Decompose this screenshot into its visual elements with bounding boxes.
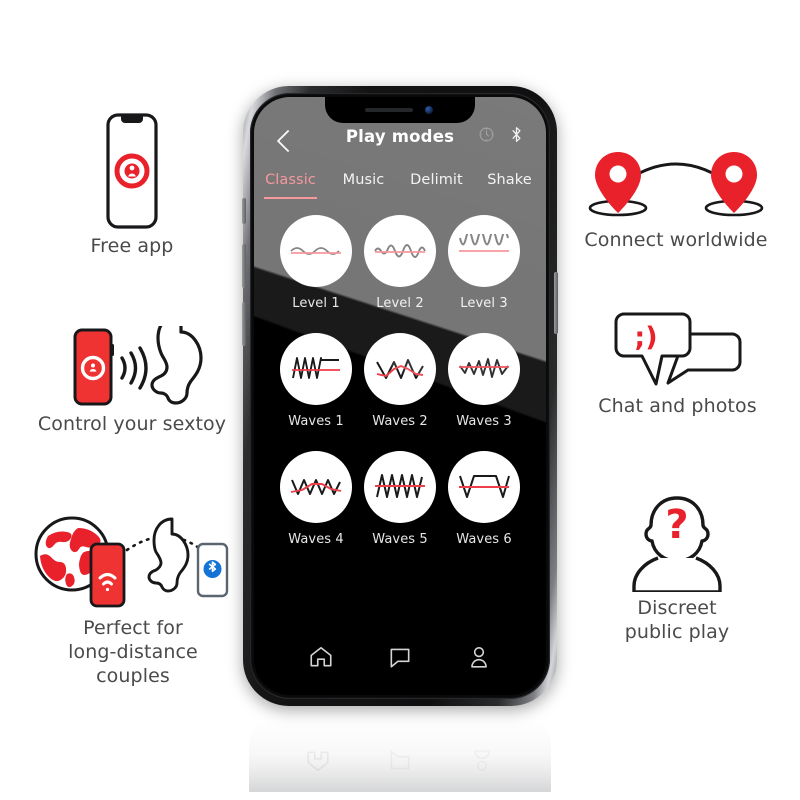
timer-dial-icon[interactable] [478,126,495,148]
tab-label: Shake [487,172,532,188]
front-camera [425,106,433,114]
feature-caption: Chat and photos [598,395,757,417]
wave-sine-high-icon [448,215,520,287]
mode-grid: Level 1 Level 2 Level 3 Waves 1 Waves 2 … [254,215,546,547]
wave-sine-mid-icon [364,215,436,287]
wave-sine-low-icon [280,215,352,287]
wave-square-icon [448,451,520,523]
mute-switch[interactable] [242,198,246,224]
wave-peak-icon [364,333,436,405]
mode-cell[interactable]: Level 2 [358,215,442,311]
phone-notch [325,97,475,123]
anonymous-person-icon: ? [592,492,762,597]
app-header: Play modes [254,127,546,167]
feature-free-app: Free app [32,112,232,259]
tab-label: Delimit [410,172,463,188]
phone-mockup: Play modes Classic Music Delimit Shake L… [242,86,558,706]
chat-bubble-icon[interactable] [387,644,413,675]
phone-with-app-icon [32,112,232,235]
earpiece-speaker [365,108,413,112]
power-button[interactable] [554,272,558,334]
feature-caption: Perfect for long-distance couples [68,617,198,687]
mode-label: Waves 5 [372,532,428,547]
speech-bubbles-wink-icon: ;) [580,310,775,395]
mode-label: Level 2 [376,296,424,311]
bluetooth-icon[interactable] [509,126,524,148]
tab-shake[interactable]: Shake [473,171,546,199]
wave-sawtooth-icon [364,451,436,523]
feature-caption: Discreet public play [624,597,730,643]
mode-tabs: Classic Music Delimit Shake [254,171,546,200]
tab-delimit[interactable]: Delimit [400,171,473,199]
mode-cell[interactable]: Waves 1 [274,333,358,429]
chat-emoticon: ;) [634,322,657,353]
svg-text:?: ? [665,502,688,548]
mode-label: Waves 2 [372,414,428,429]
feature-caption: Free app [90,235,174,257]
phone-screen: Play modes Classic Music Delimit Shake L… [254,97,546,695]
mode-cell[interactable]: Waves 3 [442,333,526,429]
two-map-pins-arc-icon [570,140,782,229]
home-icon-reflection [305,743,331,774]
mode-label: Waves 3 [456,414,512,429]
mode-cell[interactable]: Waves 2 [358,333,442,429]
phone-bezel: Play modes Classic Music Delimit Shake L… [250,93,550,699]
globe-phone-toy-bluetooth-icon [18,512,248,617]
wave-mixed-icon [448,333,520,405]
wave-zigzag-step-icon [280,333,352,405]
mode-label: Level 3 [460,296,508,311]
phone-signal-toy-icon [12,310,252,413]
feature-connect-worldwide: Connect worldwide [570,140,782,253]
feature-chat-photos: ;) Chat and photos [580,310,775,419]
mode-cell[interactable]: Level 1 [274,215,358,311]
phone-reflection [249,700,551,792]
mode-cell[interactable]: Waves 5 [358,451,442,547]
chat-bubble-icon-reflection [387,743,413,774]
person-icon[interactable] [466,644,492,675]
bottom-navigation [254,644,546,675]
tab-classic[interactable]: Classic [254,171,327,200]
feature-long-distance: Perfect for long-distance couples [18,512,248,688]
mode-label: Level 1 [292,296,340,311]
reflection-nav [249,743,551,774]
tab-label: Classic [265,172,316,188]
mode-label: Waves 1 [288,414,344,429]
volume-up-button[interactable] [242,244,246,288]
person-icon-reflection [469,743,495,774]
tab-label: Music [342,172,385,188]
home-icon[interactable] [308,644,334,675]
tab-music[interactable]: Music [327,171,400,199]
feature-discreet-play: ? Discreet public play [592,492,762,645]
promo-page: Free app Control your sextoy Perfect for… [0,0,800,800]
mode-label: Waves 6 [456,532,512,547]
feature-caption: Control your sextoy [37,413,227,435]
mode-cell[interactable]: Level 3 [442,215,526,311]
feature-control-sextoy: Control your sextoy [12,310,252,437]
status-icons [478,126,524,148]
volume-down-button[interactable] [242,302,246,346]
wave-double-zigzag-icon [280,451,352,523]
mode-cell[interactable]: Waves 6 [442,451,526,547]
mode-label: Waves 4 [288,532,344,547]
mode-cell[interactable]: Waves 4 [274,451,358,547]
feature-caption: Connect worldwide [584,229,768,251]
